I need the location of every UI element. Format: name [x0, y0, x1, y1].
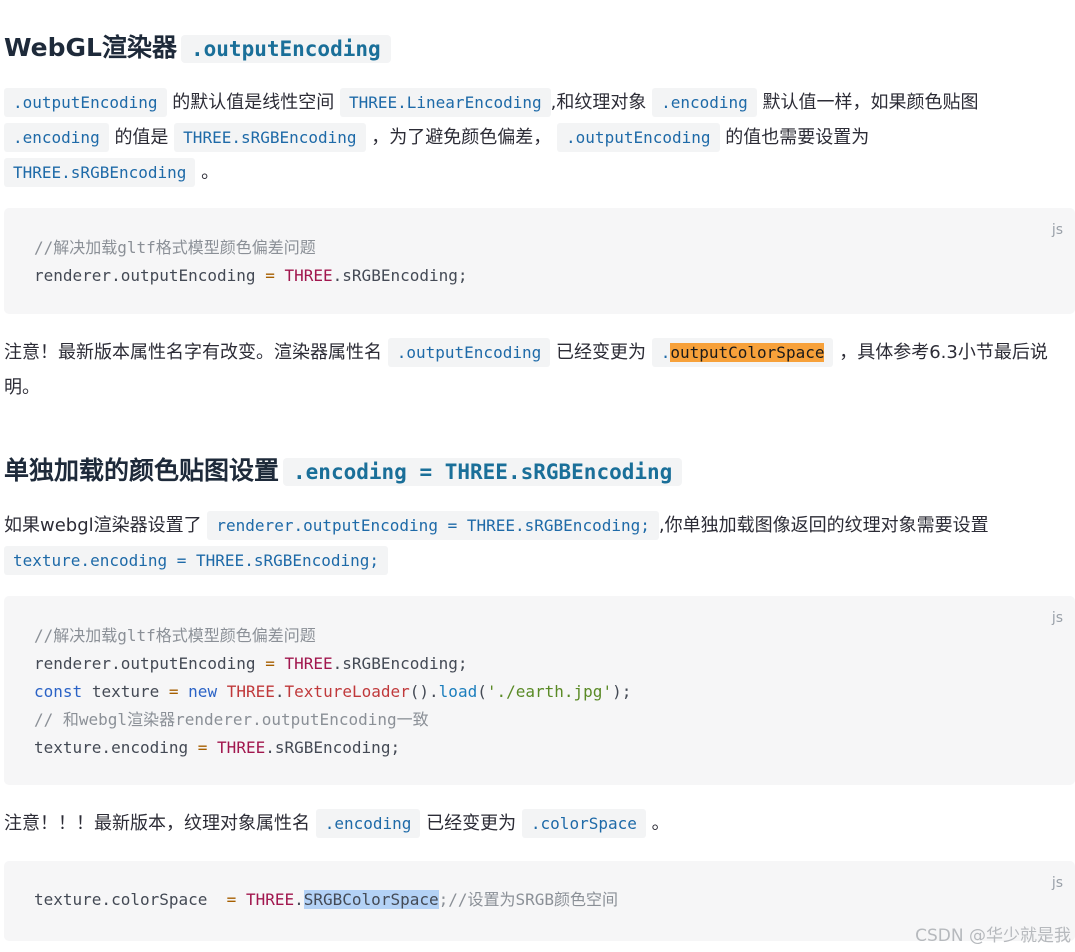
code-language-label: js	[1051, 875, 1063, 891]
inline-code: renderer.outputEncoding = THREE.sRGBEnco…	[207, 511, 659, 540]
inline-code: THREE.sRGBEncoding	[174, 123, 366, 152]
inline-code: .encoding	[315, 809, 421, 838]
code-text[interactable]: //解决加载gltf格式模型颜色偏差问题 renderer.outputEnco…	[4, 208, 1075, 290]
code-language-label: js	[1051, 222, 1063, 238]
code-language-label: js	[1051, 610, 1063, 626]
inline-code-highlighted: .outputColorSpace	[651, 338, 834, 367]
inline-code: THREE.LinearEncoding	[339, 88, 551, 117]
inline-code: .outputEncoding	[557, 123, 720, 152]
code-text[interactable]: texture.colorSpace = THREE.SRGBColorSpac…	[4, 861, 1075, 914]
paragraph-texture-encoding: 如果webgl渲染器设置了 renderer.outputEncoding = …	[4, 508, 1072, 578]
csdn-watermark: CSDN @华少就是我	[915, 926, 1071, 946]
heading-code: .encoding = THREE.sRGBEncoding	[283, 458, 683, 486]
heading-code: .outputEncoding	[181, 35, 391, 63]
note-paragraph-renderer: 注意！最新版本属性名字有改变。渲染器属性名 .outputEncoding 已经…	[4, 335, 1072, 405]
inline-code: .encoding	[4, 123, 109, 152]
note-paragraph-texture: 注意！！！最新版本，纹理对象属性名 .encoding 已经变更为 .color…	[4, 806, 1072, 841]
code-text[interactable]: //解决加载gltf格式模型颜色偏差问题 renderer.outputEnco…	[4, 596, 1075, 762]
inline-code: .outputEncoding	[387, 338, 551, 367]
inline-code: .colorSpace	[521, 809, 646, 838]
section-heading-single-texture: 单独加载的颜色贴图设置 .encoding = THREE.sRGBEncodin…	[4, 451, 683, 492]
inline-code: THREE.sRGBEncoding	[4, 158, 196, 187]
inline-code: .outputEncoding	[4, 88, 167, 117]
section-heading-webgl-renderer: WebGL渲染器 .outputEncoding	[4, 28, 391, 69]
code-block[interactable]: js //解决加载gltf格式模型颜色偏差问题 renderer.outputE…	[4, 208, 1075, 314]
inline-code: .encoding	[652, 88, 757, 117]
paragraph-output-encoding: .outputEncoding 的默认值是线性空间 THREE.LinearEn…	[4, 85, 1072, 190]
inline-code: texture.encoding = THREE.sRGBEncoding;	[4, 546, 389, 575]
code-block[interactable]: js //解决加载gltf格式模型颜色偏差问题 renderer.outputE…	[4, 596, 1075, 785]
selected-text: SRGBColorSpace	[303, 890, 439, 909]
